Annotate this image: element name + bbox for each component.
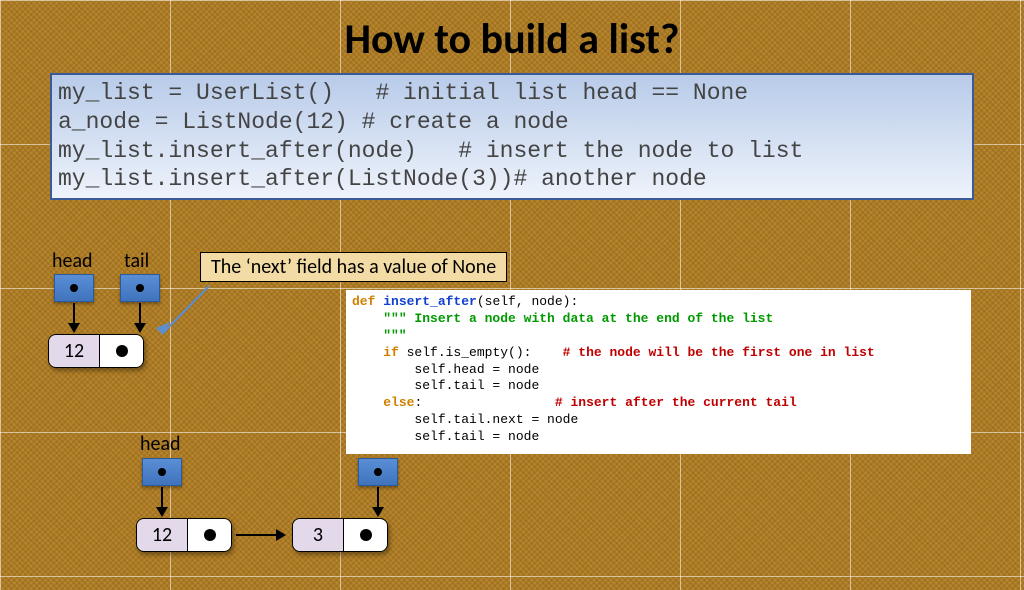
page-title: How to build a list? — [0, 14, 1024, 65]
arrow-right-icon — [236, 534, 284, 536]
node-next-icon — [99, 335, 143, 367]
node-next-icon — [187, 519, 231, 551]
list-node: 12 — [136, 518, 232, 552]
node-value: 12 — [137, 519, 187, 551]
list-node: 12 — [48, 334, 144, 368]
tail-label: tail — [124, 249, 149, 273]
code-line: a_node = ListNode(12) # create a node — [58, 109, 569, 135]
head-label: head — [140, 432, 181, 456]
callout-arrow-icon — [154, 284, 214, 344]
head-pointer-icon — [54, 274, 94, 302]
head-pointer-icon — [142, 458, 182, 486]
code-line: my_list.insert_after(node) # insert the … — [58, 138, 803, 164]
arrow-down-icon — [377, 487, 379, 515]
node-value: 3 — [293, 519, 343, 551]
arrow-down-icon — [161, 487, 163, 515]
node-next-icon — [343, 519, 387, 551]
example-code-block: my_list = UserList() # initial list head… — [50, 73, 974, 200]
node-value: 12 — [49, 335, 99, 367]
code-line: my_list = UserList() # initial list head… — [58, 80, 748, 106]
arrow-down-icon — [139, 303, 141, 331]
callout-note: The ‘next’ field has a value of None — [200, 252, 507, 282]
tail-pointer-icon — [120, 274, 160, 302]
head-label: head — [52, 249, 93, 273]
code-line: my_list.insert_after(ListNode(3))# anoth… — [58, 166, 707, 192]
function-code-block: def insert_after(self, node): """ Insert… — [346, 290, 971, 454]
tail-pointer-icon — [358, 458, 398, 486]
arrow-down-icon — [73, 303, 75, 331]
list-node: 3 — [292, 518, 388, 552]
